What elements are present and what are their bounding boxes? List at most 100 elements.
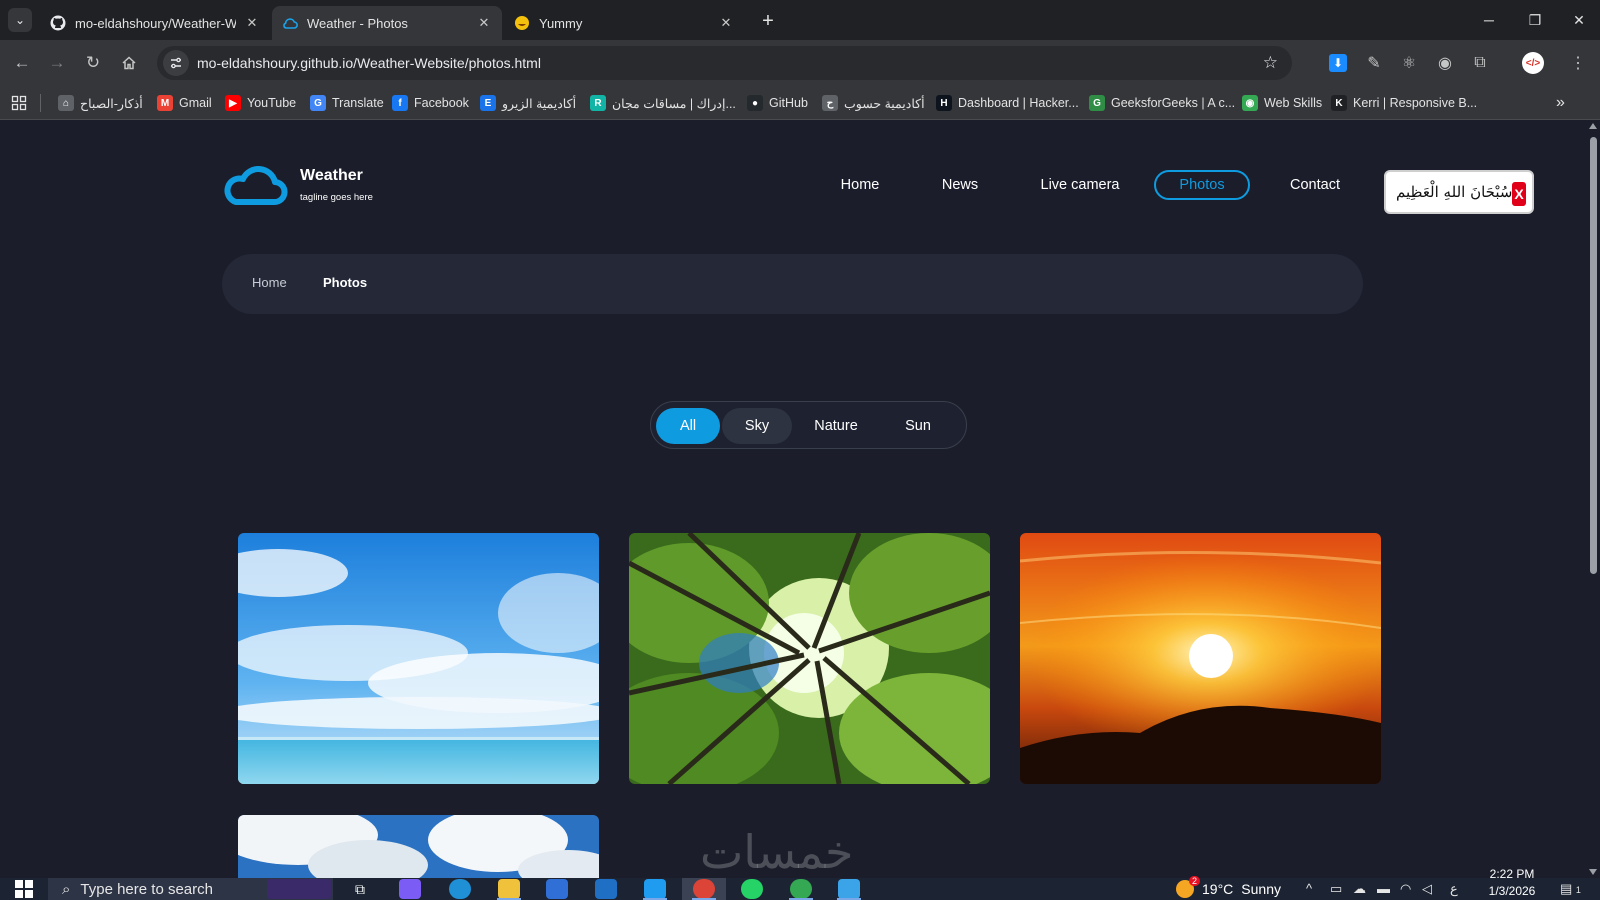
- nav-news[interactable]: News: [930, 170, 990, 200]
- taskbar-clock[interactable]: 2:22 PM 1/3/2026: [1472, 866, 1552, 900]
- photo-forest[interactable]: [629, 533, 990, 784]
- copilot-app[interactable]: [388, 878, 432, 900]
- filter-all-button[interactable]: All: [656, 408, 720, 444]
- brand-title[interactable]: Weather: [300, 167, 363, 185]
- onedrive-icon[interactable]: ☁: [1353, 881, 1366, 897]
- more-bookmarks-button[interactable]: »: [1556, 92, 1565, 114]
- whatsapp-icon: [741, 879, 763, 899]
- chrome-app[interactable]: [682, 878, 726, 900]
- plus-icon: +: [762, 9, 774, 32]
- filter-sky-button[interactable]: Sky: [722, 408, 792, 444]
- tasbeeh-close-button[interactable]: X: [1512, 182, 1526, 206]
- forward-button[interactable]: →: [44, 50, 70, 76]
- search-highlight-image[interactable]: [264, 878, 334, 900]
- outlook-app[interactable]: [584, 878, 628, 900]
- chrome-profile-app[interactable]: [779, 878, 823, 900]
- download-extension-button[interactable]: ⬇: [1326, 51, 1350, 75]
- reload-button[interactable]: ↻: [80, 50, 106, 76]
- home-button[interactable]: [116, 50, 142, 76]
- nav-contact[interactable]: Contact: [1280, 170, 1350, 200]
- bookmark-label: إدراك | مساقات مجان...: [612, 96, 736, 111]
- close-tab-icon[interactable]: ✕: [718, 15, 734, 31]
- avatar: </>: [1522, 52, 1544, 74]
- input-language[interactable]: ع: [1450, 881, 1458, 897]
- bookmark-item[interactable]: ▶ YouTube: [225, 92, 296, 114]
- react-devtools-button[interactable]: ⚛: [1397, 51, 1421, 75]
- taskbar-weather[interactable]: 2 19°C Sunny: [1176, 876, 1281, 900]
- profile-button[interactable]: </>: [1521, 51, 1545, 75]
- close-window-button[interactable]: ✕: [1558, 0, 1600, 40]
- minimize-button[interactable]: ─: [1466, 0, 1512, 40]
- store-app[interactable]: [535, 878, 579, 900]
- tab-yummy[interactable]: Yummy ✕: [504, 6, 744, 40]
- new-tab-button[interactable]: +: [757, 10, 779, 32]
- restore-button[interactable]: ❐: [1512, 0, 1558, 40]
- close-tab-icon[interactable]: ✕: [476, 15, 492, 31]
- scroll-down-icon[interactable]: [1589, 869, 1597, 875]
- weather-logo-icon[interactable]: [222, 164, 290, 208]
- whatsapp-app[interactable]: [730, 878, 774, 900]
- bookmark-item[interactable]: G Translate: [310, 92, 384, 114]
- apps-button[interactable]: [11, 92, 27, 114]
- bookmark-item[interactable]: ◉ Web Skills: [1242, 92, 1322, 114]
- nav-live-camera[interactable]: Live camera: [1030, 170, 1130, 200]
- nav-home[interactable]: Home: [830, 170, 890, 200]
- tab-strip: ⌄ mo-eldahshoury/Weather-Website ✕ Weath…: [0, 0, 1600, 40]
- brand-tagline: tagline goes here: [300, 192, 373, 203]
- tab-github[interactable]: mo-eldahshoury/Weather-Website ✕: [40, 6, 270, 40]
- bookmarks-bar: ⌂ أذكار-الصباح M Gmail ▶ YouTube G Translate f Fa…: [0, 86, 1600, 120]
- photo-sunset[interactable]: [1020, 533, 1381, 784]
- tab-weather-photos[interactable]: Weather - Photos ✕: [272, 6, 502, 40]
- kebab-menu-icon: ⋮: [1570, 55, 1586, 72]
- vscode-app[interactable]: [633, 878, 677, 900]
- file-explorer-app[interactable]: [487, 878, 531, 900]
- address-bar[interactable]: mo-eldahshoury.github.io/Weather-Website…: [157, 46, 1292, 80]
- edge-app[interactable]: [438, 878, 482, 900]
- scrollbar-thumb[interactable]: [1590, 137, 1597, 574]
- eyedropper-extension-button[interactable]: ✎: [1362, 51, 1386, 75]
- menu-button[interactable]: ⋮: [1566, 51, 1590, 75]
- back-button[interactable]: ←: [9, 50, 35, 76]
- watermark: خمسات: [700, 825, 854, 878]
- start-button[interactable]: [0, 878, 48, 900]
- browser-toolbar: ← → ↻ mo-eldahshoury.github.io/Weather-W…: [0, 40, 1600, 86]
- bookmark-item[interactable]: ح أكاديمية حسوب: [822, 92, 925, 114]
- extensions-button[interactable]: ⧉: [1468, 51, 1492, 75]
- copilot-icon: [399, 879, 421, 899]
- battery-icon[interactable]: ▬: [1377, 881, 1390, 896]
- bookmark-item[interactable]: K Kerri | Responsive B...: [1331, 92, 1477, 114]
- bookmark-item[interactable]: ● GitHub: [747, 92, 808, 114]
- volume-icon[interactable]: ◁: [1422, 881, 1432, 897]
- show-hidden-icons-button[interactable]: ^: [1306, 881, 1312, 896]
- vscode-icon: [644, 879, 666, 899]
- photo-sky-sea[interactable]: [238, 533, 599, 784]
- star-icon[interactable]: ☆: [1263, 53, 1278, 73]
- photos-app[interactable]: [827, 878, 871, 900]
- record-extension-button[interactable]: ◉: [1433, 51, 1457, 75]
- wifi-icon[interactable]: ◠: [1400, 881, 1411, 897]
- bookmark-item[interactable]: E أكاديمية الزيرو: [480, 92, 576, 114]
- filter-nature-button[interactable]: Nature: [796, 408, 876, 444]
- bookmark-label: Kerri | Responsive B...: [1353, 96, 1478, 110]
- tab-search-button[interactable]: ⌄: [8, 8, 32, 32]
- hackerrank-icon: H: [936, 95, 952, 111]
- task-view-button[interactable]: ⧉: [338, 878, 382, 900]
- breadcrumb-home[interactable]: Home: [252, 275, 287, 290]
- bookmark-label: YouTube: [247, 96, 297, 110]
- meet-icon[interactable]: ▭: [1330, 881, 1342, 897]
- nav-photos[interactable]: Photos: [1154, 170, 1250, 200]
- scroll-up-icon[interactable]: [1589, 123, 1597, 129]
- close-tab-icon[interactable]: ✕: [244, 15, 260, 31]
- bookmark-item[interactable]: M Gmail: [157, 92, 212, 114]
- bookmark-item[interactable]: G GeeksforGeeks | A c...: [1089, 92, 1235, 114]
- notification-center-button[interactable]: ▤ 1: [1560, 881, 1581, 897]
- bookmark-item[interactable]: H Dashboard | Hacker...: [936, 92, 1079, 114]
- bookmark-item[interactable]: ⌂ أذكار-الصباح: [58, 92, 143, 114]
- filter-sun-button[interactable]: Sun: [883, 408, 953, 444]
- photo-clouds[interactable]: [238, 815, 599, 878]
- bookmark-item[interactable]: f Facebook: [392, 92, 469, 114]
- site-info-button[interactable]: [163, 50, 189, 76]
- weather-badge: 2: [1188, 876, 1200, 886]
- bookmark-item[interactable]: R إدراك | مساقات مجان...: [590, 92, 736, 114]
- page-scrollbar[interactable]: [1586, 120, 1600, 878]
